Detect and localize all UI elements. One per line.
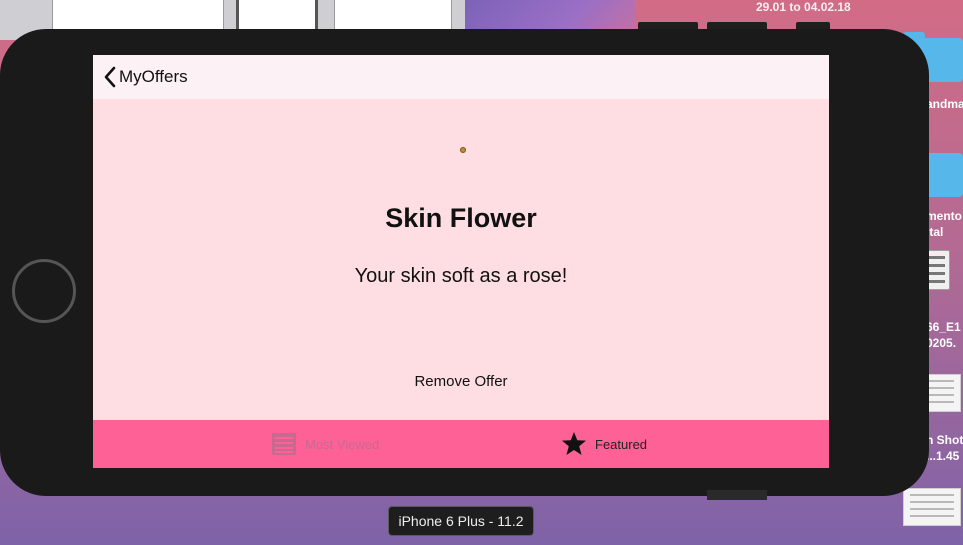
desktop-icon-label: andma xyxy=(926,97,963,111)
desktop-icon-label: 66_E1 xyxy=(926,320,961,334)
desktop-bar-segment xyxy=(707,490,767,500)
chevron-left-icon xyxy=(104,66,116,88)
remove-offer-button[interactable]: Remove Offer xyxy=(411,373,511,395)
tab-featured-label: Featured xyxy=(595,436,648,452)
simulator-device-label: iPhone 6 Plus - 11.2 xyxy=(388,506,534,536)
tab-most-viewed-label: Most Viewed xyxy=(305,436,380,452)
document-file-icon[interactable] xyxy=(903,488,961,526)
desktop-icon-label: ...1.45 xyxy=(926,449,960,463)
app-screen: MyOffers Skin Flower Your skin soft as a… xyxy=(93,55,829,468)
offer-description: Your skin soft as a rose! xyxy=(354,265,568,287)
tab-bar: Most Viewed Featured xyxy=(93,420,829,468)
navigation-bar: MyOffers xyxy=(93,55,829,99)
desktop-date-label: 29.01 to 04.02.18 xyxy=(756,0,851,14)
back-button[interactable]: MyOffers xyxy=(103,65,188,89)
tab-most-viewed[interactable]: Most Viewed xyxy=(271,420,379,468)
list-icon xyxy=(272,433,296,455)
offer-image xyxy=(460,147,466,153)
star-icon xyxy=(562,432,586,455)
home-button[interactable] xyxy=(12,259,76,323)
desktop-icon-label: mento I xyxy=(926,209,963,223)
tab-featured[interactable]: Featured xyxy=(561,420,647,468)
desktop-icon-label: 0205. xyxy=(926,336,957,350)
back-button-label: MyOffers xyxy=(119,67,188,86)
offer-title: Skin Flower xyxy=(385,203,537,233)
desktop-icon-label: n Shot xyxy=(926,433,963,447)
